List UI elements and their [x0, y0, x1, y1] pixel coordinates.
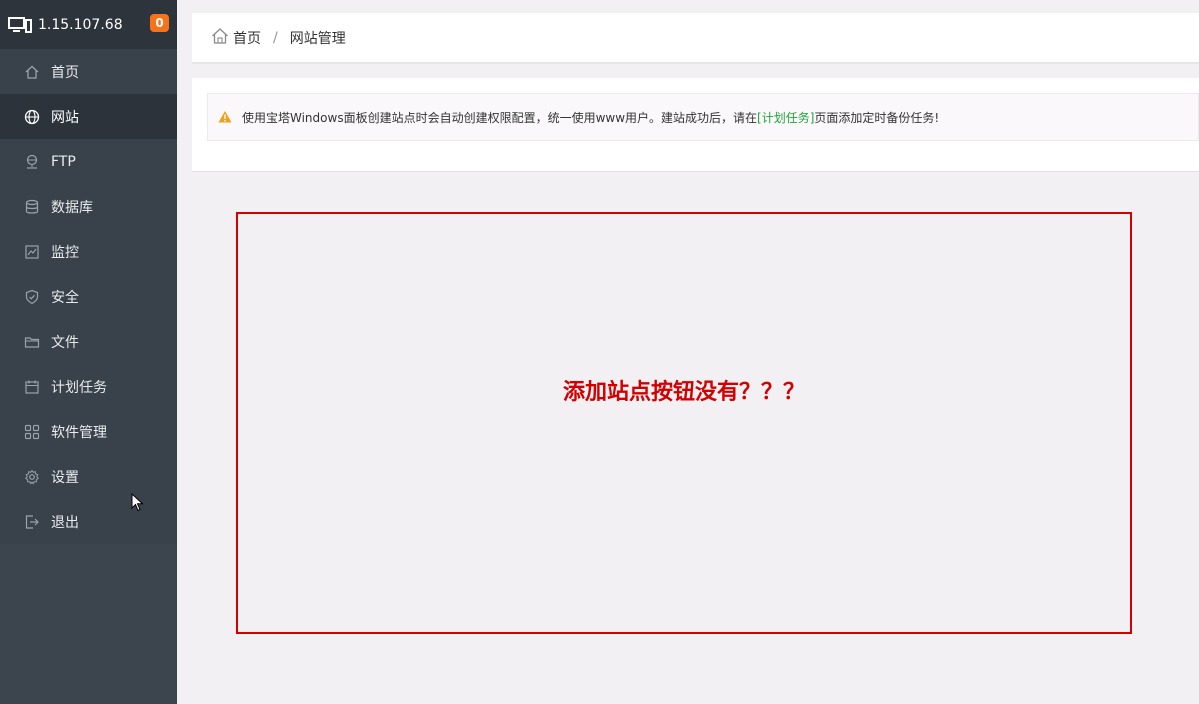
warning-notice: 使用宝塔Windows面板创建站点时会自动创建权限配置，统一使用www用户。建站… [207, 93, 1199, 141]
folder-icon [24, 334, 40, 350]
notification-badge[interactable]: 0 [150, 14, 169, 32]
notice-panel: 使用宝塔Windows面板创建站点时会自动创建权限配置，统一使用www用户。建站… [192, 78, 1199, 172]
monitor-chart-icon [24, 244, 40, 260]
home-icon [24, 64, 40, 80]
apps-grid-icon [24, 424, 40, 440]
breadcrumb: 首页 / 网站管理 [192, 13, 1199, 64]
breadcrumb-home-link[interactable]: 首页 [233, 28, 261, 48]
sidebar-item-label: 网站 [51, 109, 79, 126]
cron-task-link[interactable]: [计划任务] [757, 109, 814, 126]
sidebar-item-cron[interactable]: 计划任务 [0, 364, 177, 409]
sidebar: 1.15.107.68 0 首页 网站 FTP 数据库 监控 安全 文件 计划任… [0, 0, 177, 704]
mouse-cursor-icon [131, 493, 144, 512]
sidebar-item-label: 监控 [51, 244, 79, 261]
logout-icon [24, 514, 40, 530]
sidebar-item-home[interactable]: 首页 [0, 49, 177, 94]
gear-icon [24, 469, 40, 485]
home-icon[interactable] [211, 27, 229, 45]
warning-icon [218, 110, 232, 124]
sidebar-item-website[interactable]: 网站 [0, 94, 177, 139]
notice-text-after: 页面添加定时备份任务! [814, 110, 940, 125]
sidebar-item-files[interactable]: 文件 [0, 319, 177, 364]
annotation-text: 添加站点按钮没有？？？ [562, 379, 805, 405]
server-header[interactable]: 1.15.107.68 0 [0, 0, 177, 49]
sidebar-item-label: 软件管理 [51, 424, 107, 441]
sidebar-empty-area [0, 544, 177, 704]
sidebar-item-label: 安全 [51, 289, 79, 306]
database-icon [24, 199, 40, 215]
sidebar-item-label: FTP [51, 153, 76, 170]
shield-icon [24, 289, 40, 305]
notice-text-before: 使用宝塔Windows面板创建站点时会自动创建权限配置，统一使用www用户。建站… [242, 110, 758, 125]
sidebar-item-security[interactable]: 安全 [0, 274, 177, 319]
globe-icon [24, 109, 40, 125]
sidebar-menu: 首页 网站 FTP 数据库 监控 安全 文件 计划任务 软件管理 设置 退出 [0, 49, 177, 544]
calendar-icon [24, 379, 40, 395]
sidebar-item-settings[interactable]: 设置 [0, 454, 177, 499]
breadcrumb-separator: / [273, 29, 278, 46]
breadcrumb-current: 网站管理 [289, 30, 346, 47]
server-ip: 1.15.107.68 [38, 16, 123, 33]
sidebar-item-label: 计划任务 [51, 379, 107, 396]
sidebar-item-ftp[interactable]: FTP [0, 139, 177, 184]
sidebar-item-logout[interactable]: 退出 [0, 499, 177, 544]
monitor-icon [8, 16, 32, 34]
sidebar-item-database[interactable]: 数据库 [0, 184, 177, 229]
sidebar-item-label: 退出 [51, 514, 79, 531]
annotation-box: 添加站点按钮没有？？？ [236, 212, 1132, 634]
sidebar-item-label: 设置 [51, 469, 79, 486]
sidebar-item-label: 首页 [51, 64, 79, 81]
sidebar-item-label: 文件 [51, 334, 79, 351]
sidebar-item-label: 数据库 [51, 199, 93, 216]
sidebar-item-software[interactable]: 软件管理 [0, 409, 177, 454]
ftp-icon [24, 154, 40, 170]
sidebar-item-monitor[interactable]: 监控 [0, 229, 177, 274]
